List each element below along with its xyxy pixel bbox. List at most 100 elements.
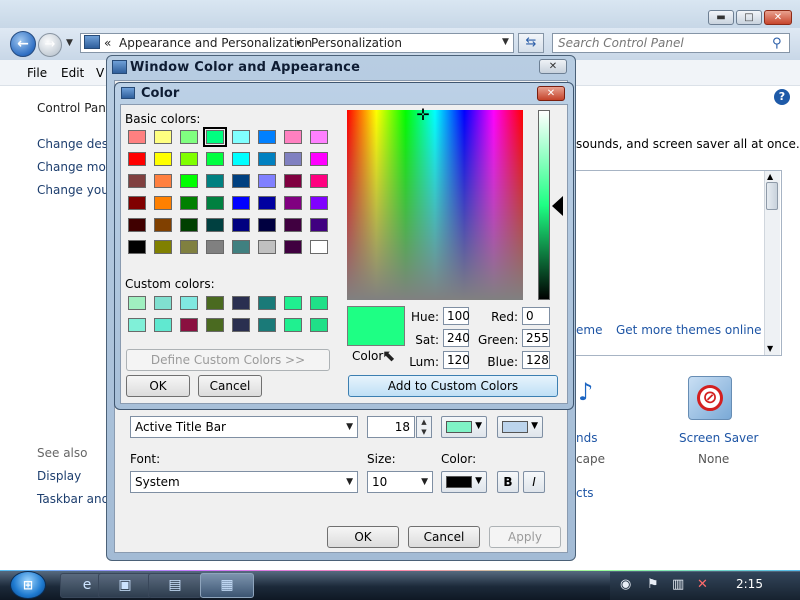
basic-color-swatch[interactable] <box>154 174 172 188</box>
back-button[interactable]: ← <box>10 31 36 57</box>
menu-view[interactable]: V <box>96 66 104 80</box>
item-color2-button[interactable]: ▼ <box>497 416 543 438</box>
stepper-down-icon[interactable]: ▼ <box>417 427 431 437</box>
basic-color-swatch[interactable] <box>180 218 198 232</box>
scroll-up-icon[interactable]: ▲ <box>767 172 773 181</box>
custom-color-swatch[interactable] <box>154 296 172 310</box>
font-color-button[interactable]: ▼ <box>441 471 487 493</box>
luminosity-slider-arrow[interactable] <box>552 196 563 216</box>
basic-color-swatch[interactable] <box>258 130 276 144</box>
custom-color-swatch[interactable] <box>258 318 276 332</box>
basic-color-swatch[interactable] <box>310 196 328 210</box>
custom-color-swatch[interactable] <box>128 296 146 310</box>
basic-color-swatch[interactable] <box>180 174 198 188</box>
basic-color-swatch[interactable] <box>180 240 198 254</box>
close-button[interactable]: ✕ <box>764 10 792 25</box>
basic-color-swatch[interactable] <box>258 218 276 232</box>
sounds-icon[interactable]: ♪ <box>578 378 593 406</box>
basic-color-swatch[interactable] <box>206 218 224 232</box>
basic-color-swatch[interactable] <box>310 240 328 254</box>
basic-color-swatch[interactable] <box>258 196 276 210</box>
left-panel-home[interactable]: Control Panel <box>37 101 117 115</box>
luminosity-slider[interactable] <box>538 110 550 300</box>
breadcrumb-personalization[interactable]: Personalization <box>311 36 402 50</box>
basic-color-swatch[interactable] <box>258 152 276 166</box>
minimize-button[interactable]: ▬ <box>708 10 734 25</box>
basic-color-swatch[interactable] <box>128 240 146 254</box>
basic-color-swatch[interactable] <box>232 130 250 144</box>
basic-color-swatch[interactable] <box>154 130 172 144</box>
basic-color-swatch[interactable] <box>284 196 302 210</box>
basic-color-swatch[interactable] <box>180 152 198 166</box>
recent-pages-dropdown[interactable]: ▼ <box>66 38 76 48</box>
wca-close-button[interactable]: ✕ <box>539 59 567 74</box>
basic-color-swatch[interactable] <box>284 240 302 254</box>
basic-color-swatch[interactable] <box>203 127 227 147</box>
custom-color-swatch[interactable] <box>258 296 276 310</box>
sat-input[interactable]: 240 <box>443 329 470 347</box>
custom-color-swatch[interactable] <box>154 318 172 332</box>
basic-color-swatch[interactable] <box>180 130 198 144</box>
basic-color-swatch[interactable] <box>128 218 146 232</box>
basic-color-swatch[interactable] <box>128 130 146 144</box>
color-cancel-button[interactable]: Cancel <box>198 375 262 397</box>
maximize-button[interactable]: □ <box>736 10 762 25</box>
wca-apply-button[interactable]: Apply <box>489 526 561 548</box>
basic-color-swatch[interactable] <box>232 152 250 166</box>
item-size-stepper[interactable]: ▲ ▼ <box>416 416 432 438</box>
basic-color-swatch[interactable] <box>310 152 328 166</box>
basic-color-swatch[interactable] <box>284 130 302 144</box>
address-dropdown-icon[interactable]: ▼ <box>502 37 509 47</box>
basic-color-swatch[interactable] <box>232 240 250 254</box>
tray-security-icon[interactable]: ◉ <box>620 577 631 592</box>
basic-color-swatch[interactable] <box>310 218 328 232</box>
italic-button[interactable]: I <box>523 471 545 493</box>
custom-color-swatch[interactable] <box>310 296 328 310</box>
blue-input[interactable]: 128 <box>522 351 550 369</box>
bold-button[interactable]: B <box>497 471 519 493</box>
basic-color-swatch[interactable] <box>206 240 224 254</box>
screen-saver-icon[interactable]: ⊘ <box>688 376 732 420</box>
basic-color-swatch[interactable] <box>258 174 276 188</box>
taskbar-explorer[interactable]: ▤ <box>148 573 202 598</box>
forward-button[interactable]: → <box>38 33 62 57</box>
item-color1-button[interactable]: ▼ <box>441 416 487 438</box>
custom-color-swatch[interactable] <box>180 296 198 310</box>
left-panel-link-mouse[interactable]: Change mo <box>37 160 106 174</box>
custom-color-swatch[interactable] <box>206 296 224 310</box>
menu-file[interactable]: File <box>27 66 47 80</box>
basic-color-swatch[interactable] <box>284 218 302 232</box>
basic-color-swatch[interactable] <box>258 240 276 254</box>
basic-color-swatch[interactable] <box>310 130 328 144</box>
basic-color-swatch[interactable] <box>232 196 250 210</box>
basic-color-swatch[interactable] <box>232 218 250 232</box>
custom-color-swatch[interactable] <box>128 318 146 332</box>
hue-input[interactable]: 100 <box>443 307 470 325</box>
stepper-up-icon[interactable]: ▲ <box>417 417 431 427</box>
custom-color-swatch[interactable] <box>232 296 250 310</box>
crosshair-icon[interactable]: ✛ <box>414 106 432 124</box>
font-size-select[interactable]: 10 ▼ <box>367 471 433 493</box>
color-ok-button[interactable]: OK <box>126 375 190 397</box>
custom-color-swatch[interactable] <box>206 318 224 332</box>
tray-network-icon[interactable]: ▥ <box>672 577 684 592</box>
custom-color-swatch[interactable] <box>232 318 250 332</box>
basic-color-swatch[interactable] <box>284 174 302 188</box>
taskbar-control-panel[interactable]: ▦ <box>200 573 254 598</box>
wca-cancel-button[interactable]: Cancel <box>408 526 480 548</box>
save-theme-link[interactable]: eme <box>576 323 602 337</box>
left-panel-link-display[interactable]: Display <box>37 469 81 483</box>
taskbar-show-desktop[interactable]: ▣ <box>98 573 152 598</box>
basic-color-swatch[interactable] <box>128 174 146 188</box>
basic-color-swatch[interactable] <box>128 196 146 210</box>
wca-ok-button[interactable]: OK <box>327 526 399 548</box>
custom-color-swatch[interactable] <box>284 318 302 332</box>
breadcrumb-appearance[interactable]: Appearance and Personalization <box>119 36 312 50</box>
themes-scroll-thumb[interactable] <box>766 182 778 210</box>
basic-color-swatch[interactable] <box>154 196 172 210</box>
define-custom-colors-button[interactable]: Define Custom Colors >> <box>126 349 330 371</box>
custom-color-swatch[interactable] <box>180 318 198 332</box>
breadcrumb-prefix[interactable]: « <box>104 36 111 50</box>
basic-color-swatch[interactable] <box>232 174 250 188</box>
basic-color-swatch[interactable] <box>206 152 224 166</box>
